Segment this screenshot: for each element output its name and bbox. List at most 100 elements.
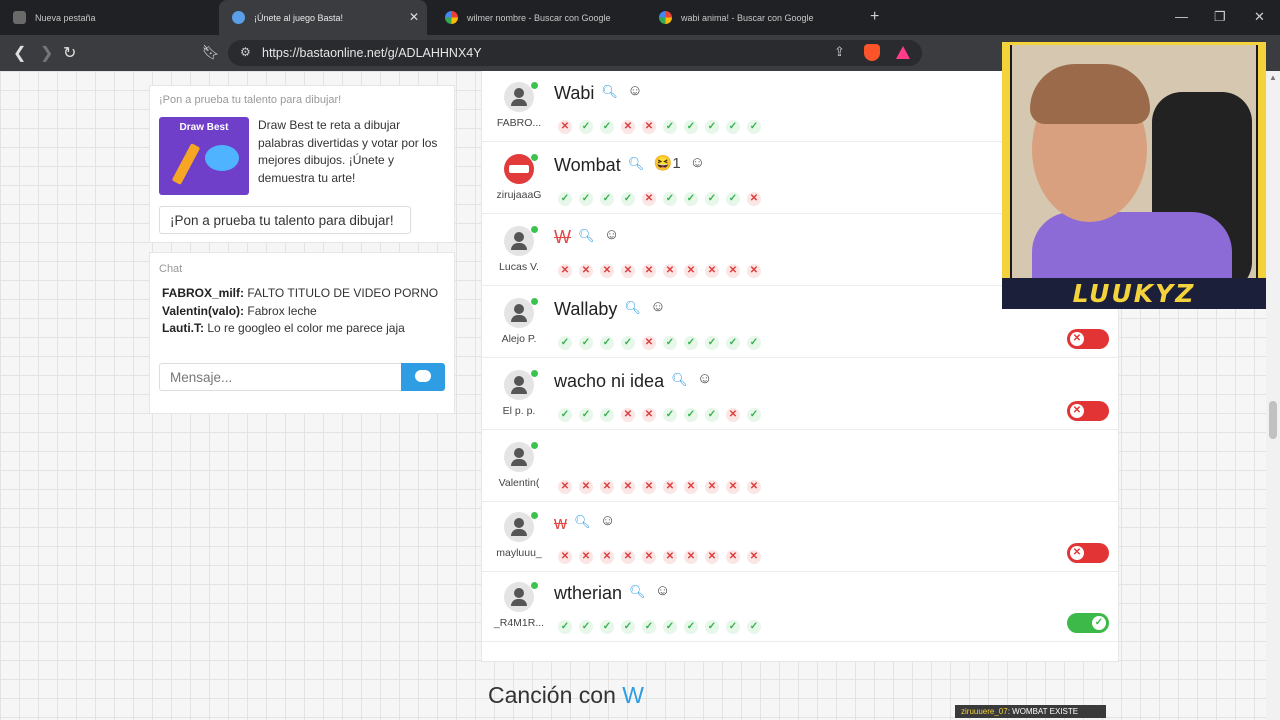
tab-search-wilmer[interactable]: wilmer nombre - Buscar con Google: [432, 0, 642, 35]
avatar: [504, 442, 534, 472]
answer-row: Valentin(✕ ✕ ✕ ✕ ✕ ✕ ✕ ✕ ✕ ✕: [482, 429, 1118, 502]
avatar: [504, 512, 534, 542]
cross-icon: ✕: [642, 120, 656, 134]
add-reaction-icon[interactable]: ☺: [604, 226, 619, 243]
online-indicator: [531, 512, 538, 519]
check-icon: ✓: [558, 408, 572, 422]
bookmark-icon[interactable]: 🔖︎: [202, 44, 220, 61]
search-icon[interactable]: 🔍︎: [601, 84, 618, 100]
promo-image[interactable]: Draw Best: [159, 117, 249, 195]
check-icon: ✓: [1092, 616, 1106, 630]
chat-user: Valentin(valo):: [162, 303, 245, 318]
search-icon[interactable]: 🔍︎: [578, 228, 595, 244]
check-icon: ✓: [621, 192, 635, 206]
answer-word: Wombat: [554, 155, 621, 175]
add-reaction-icon[interactable]: ☺: [690, 154, 705, 171]
send-message-button[interactable]: [401, 363, 445, 391]
scrollbar[interactable]: ▲: [1266, 71, 1280, 720]
answer-word: W: [554, 227, 571, 247]
promo-header: ¡Pon a prueba tu talento para dibujar!: [159, 94, 342, 106]
vote-toggle[interactable]: ✕: [1067, 401, 1109, 421]
cross-icon: ✕: [621, 264, 635, 278]
player-name: Valentin(: [498, 477, 540, 489]
add-reaction-icon[interactable]: ☺: [697, 370, 712, 387]
cross-icon: ✕: [558, 120, 572, 134]
search-icon[interactable]: 🔍︎: [629, 584, 646, 600]
add-reaction-icon[interactable]: ☺: [627, 82, 642, 99]
promo-button[interactable]: ¡Pon a prueba tu talento para dibujar!: [159, 206, 411, 234]
new-tab-button[interactable]: +: [870, 8, 879, 26]
vote-marks: ✓ ✓ ✓ ✕ ✕ ✓ ✓ ✓ ✕ ✓: [558, 404, 768, 422]
pencil-icon: [171, 143, 201, 185]
check-icon: ✓: [684, 408, 698, 422]
restore-icon[interactable]: ❐: [1214, 9, 1226, 25]
vote-toggle[interactable]: ✓: [1067, 613, 1109, 633]
check-icon: ✓: [663, 192, 677, 206]
check-icon: ✓: [663, 336, 677, 350]
back-icon[interactable]: ❮: [13, 43, 26, 63]
check-icon: ✓: [663, 120, 677, 134]
tab-title: wabi anima! - Buscar con Google: [681, 12, 814, 23]
search-icon[interactable]: 🔍︎: [628, 156, 645, 172]
scrollbar-thumb[interactable]: [1269, 401, 1277, 439]
chat-user: FABROX_milf:: [162, 286, 245, 300]
cross-icon: ✕: [663, 264, 677, 278]
vote-marks: ✓ ✓ ✓ ✓ ✓ ✓ ✓ ✓ ✓ ✓: [558, 616, 768, 634]
answer-row: El p. p. wacho ni idea 🔍︎ ☺ ✓ ✓ ✓ ✕ ✕ ✓ ✓ ✓ ✕ ✓ ✕: [482, 357, 1118, 430]
cross-icon: ✕: [726, 550, 740, 564]
cross-icon: ✕: [621, 120, 635, 134]
add-reaction-icon[interactable]: ☺: [655, 582, 670, 599]
minimize-icon[interactable]: —: [1175, 9, 1188, 24]
online-indicator: [531, 370, 538, 377]
chat-input[interactable]: Mensaje...: [159, 363, 401, 391]
tab-search-wabi[interactable]: wabi anima! - Buscar con Google: [646, 0, 856, 35]
tab-title: Nueva pestaña: [35, 12, 96, 23]
cross-icon: ✕: [621, 408, 635, 422]
cross-icon: ✕: [705, 264, 719, 278]
address-bar[interactable]: ⚙ https://bastaonline.net/g/ADLAHHNX4Y ⇪: [228, 40, 922, 66]
player-name: FABRO...: [496, 117, 542, 129]
url-text[interactable]: https://bastaonline.net/g/ADLAHHNX4Y: [262, 46, 482, 60]
search-icon[interactable]: 🔍︎: [671, 372, 688, 388]
cross-icon: ✕: [600, 480, 614, 494]
speech-bubble-icon: [205, 145, 239, 171]
add-reaction-icon[interactable]: ☺: [600, 512, 615, 529]
search-icon[interactable]: 🔍︎: [574, 514, 591, 530]
vote-toggle[interactable]: ✕: [1067, 329, 1109, 349]
vote-marks: ✕ ✓ ✓ ✕ ✕ ✓ ✓ ✓ ✓ ✓: [558, 116, 768, 134]
tab-new-tab[interactable]: Nueva pestaña: [0, 0, 215, 35]
chat-message: FABROX_milf: FALTO TITULO DE VIDEO PORNO: [162, 285, 442, 303]
scroll-up-icon[interactable]: ▲: [1269, 73, 1277, 82]
vote-toggle[interactable]: ✕: [1067, 543, 1109, 563]
search-icon[interactable]: 🔍︎: [624, 300, 641, 316]
cross-icon: ✕: [600, 264, 614, 278]
window-close-icon[interactable]: ✕: [1254, 9, 1265, 25]
avatar: [504, 82, 534, 112]
vote-marks: ✕ ✕ ✕ ✕ ✕ ✕ ✕ ✕ ✕ ✕: [558, 260, 768, 278]
webcam-frame: [1002, 42, 1266, 309]
online-indicator: [531, 226, 538, 233]
brave-rewards-icon[interactable]: [896, 46, 910, 59]
chat-message: Valentin(valo): Fabrox leche: [162, 303, 442, 321]
check-icon: ✓: [726, 336, 740, 350]
check-icon: ✓: [726, 192, 740, 206]
reload-icon[interactable]: ↻: [63, 43, 76, 63]
forward-icon[interactable]: ❯: [40, 43, 53, 63]
share-icon[interactable]: ⇪: [834, 44, 845, 60]
reaction-count[interactable]: 😆1: [654, 154, 681, 172]
close-icon[interactable]: ✕: [409, 10, 419, 24]
cross-icon: ✕: [642, 264, 656, 278]
cross-icon: ✕: [642, 192, 656, 206]
next-category-title: Canción con W: [488, 682, 644, 709]
site-settings-icon[interactable]: ⚙: [240, 45, 251, 59]
check-icon: ✓: [663, 408, 677, 422]
player-name: _R4M1R...: [493, 617, 545, 629]
stream-ticker: ziruuuere_07: WOMBAT EXISTE: [955, 705, 1106, 718]
cross-icon: ✕: [642, 550, 656, 564]
brave-shield-icon[interactable]: [864, 44, 880, 61]
tab-basta[interactable]: ¡Únete al juego Basta! ✕: [219, 0, 427, 35]
category-letter: W: [622, 682, 644, 708]
add-reaction-icon[interactable]: ☺: [650, 298, 665, 315]
google-icon: [659, 11, 672, 24]
chat-text: Lo re googleo el color me parece jaja: [207, 321, 405, 335]
